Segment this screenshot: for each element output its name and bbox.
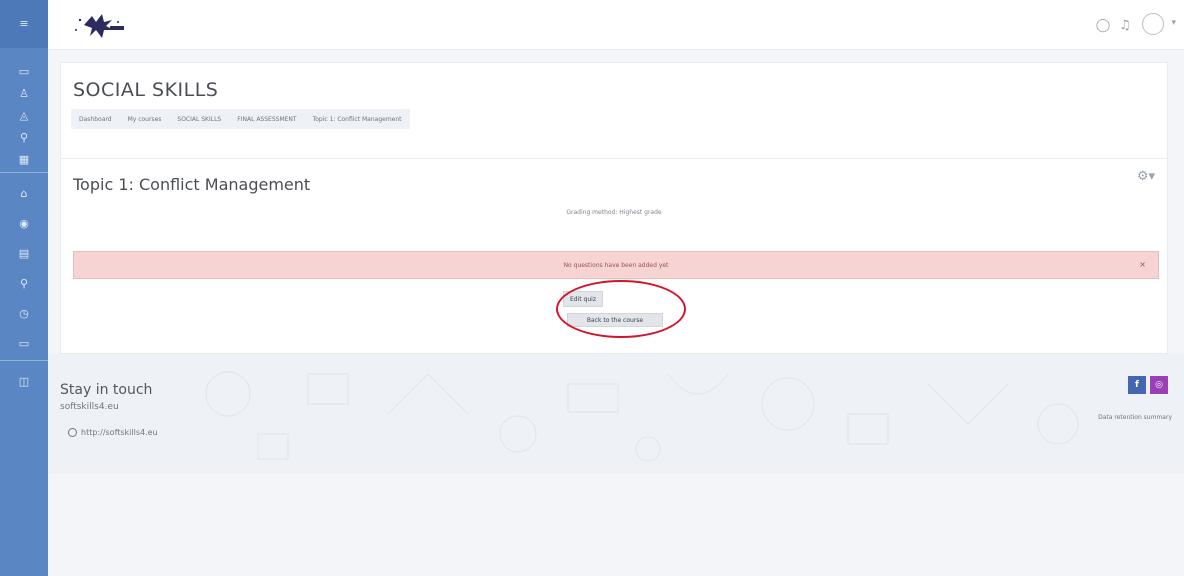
- breadcrumb: Dashboard My courses SOCIAL SKILLS FINAL…: [71, 109, 410, 129]
- home-icon[interactable]: ⌂: [0, 182, 48, 204]
- site-link[interactable]: http://softskills4.eu: [68, 428, 158, 437]
- background-pattern: [205, 371, 1079, 462]
- grades-icon[interactable]: ▦: [0, 148, 48, 170]
- quiz-title: Topic 1: Conflict Management: [73, 175, 311, 194]
- breadcrumb-dashboard[interactable]: Dashboard: [79, 116, 112, 123]
- gear-icon[interactable]: ⚙▾: [1137, 169, 1155, 184]
- site-logo[interactable]: [62, 8, 132, 42]
- badges-icon[interactable]: ◬: [0, 104, 48, 126]
- chevron-down-icon[interactable]: ▾: [1171, 18, 1176, 28]
- my-courses-icon[interactable]: ▭: [0, 332, 48, 354]
- competencies-icon[interactable]: ⚲: [0, 126, 48, 148]
- dashboard-nav-icon[interactable]: ◉: [0, 212, 48, 234]
- dashboard-icon[interactable]: ▭: [0, 60, 48, 82]
- top-bar: ◯ ♫ ▾: [48, 0, 1184, 50]
- bell-icon[interactable]: ♫: [1116, 16, 1134, 34]
- highlight-annotation: [556, 280, 686, 338]
- participants-icon[interactable]: ♙: [0, 82, 48, 104]
- facebook-icon[interactable]: f: [1128, 376, 1146, 394]
- course-header: SOCIAL SKILLS Dashboard My courses SOCIA…: [60, 62, 1168, 170]
- content-bank-icon[interactable]: ◷: [0, 302, 48, 324]
- data-retention-link[interactable]: Data retention summary: [1098, 414, 1172, 421]
- instagram-icon[interactable]: ◎: [1150, 376, 1168, 394]
- course-title: SOCIAL SKILLS: [73, 79, 219, 101]
- site-link-text[interactable]: http://softskills4.eu: [81, 428, 158, 437]
- globe-icon: [68, 428, 77, 437]
- alert-no-questions: No questions have been added yet ×: [73, 251, 1159, 279]
- chat-icon[interactable]: ◯: [1094, 16, 1112, 34]
- site-admin-icon[interactable]: ◫: [0, 370, 48, 392]
- grading-method: Grading method: Highest grade: [566, 209, 662, 216]
- stay-in-touch-heading: Stay in touch: [60, 382, 153, 398]
- breadcrumb-my-courses[interactable]: My courses: [128, 116, 162, 123]
- breadcrumb-section[interactable]: FINAL ASSESSMENT: [237, 116, 296, 123]
- site-name: softskills4.eu: [60, 402, 119, 412]
- breadcrumb-quiz[interactable]: Topic 1: Conflict Management: [313, 116, 402, 123]
- calendar-icon[interactable]: ▤: [0, 242, 48, 264]
- left-navigation: ≡ ▭ ♙ ◬ ⚲ ▦ ⌂ ◉ ▤ ⚲ ◷ ▭ ◫: [0, 0, 48, 576]
- close-icon[interactable]: ×: [1139, 260, 1146, 269]
- alert-text: No questions have been added yet: [563, 261, 669, 269]
- menu-icon[interactable]: ≡: [0, 12, 48, 34]
- breadcrumb-course[interactable]: SOCIAL SKILLS: [177, 116, 221, 123]
- user-avatar-icon[interactable]: [1142, 13, 1164, 35]
- private-files-icon[interactable]: ⚲: [0, 272, 48, 294]
- footer: Stay in touch softskills4.eu http://soft…: [48, 354, 1184, 474]
